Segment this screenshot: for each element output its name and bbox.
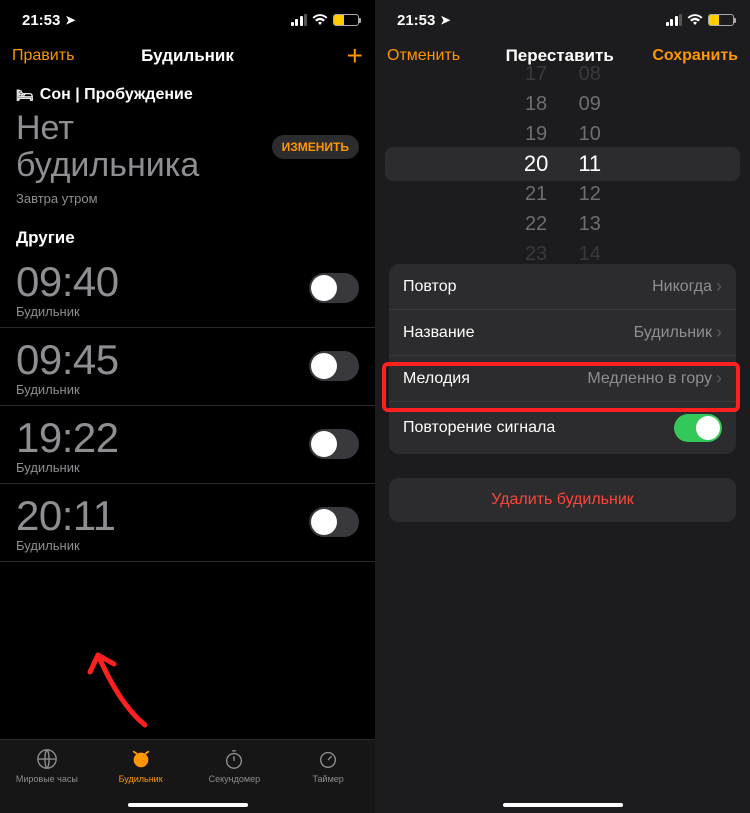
delete-alarm-button[interactable]: Удалить будильник <box>389 478 736 522</box>
bed-icon: 🛏 <box>16 87 34 104</box>
wifi-icon <box>687 14 703 26</box>
edit-button[interactable]: Править <box>12 47 92 65</box>
status-bar: 21:53 ➤ <box>375 0 750 34</box>
save-button[interactable]: Сохранить <box>652 47 738 65</box>
status-indicators <box>666 14 735 26</box>
home-indicator[interactable] <box>128 803 248 807</box>
home-indicator[interactable] <box>503 803 623 807</box>
chevron-right-icon: › <box>716 322 722 343</box>
chevron-right-icon: › <box>716 276 722 297</box>
status-bar: 21:53 ➤ <box>0 0 375 34</box>
sound-value: Медленно в гору <box>587 370 712 388</box>
others-header: Другие <box>0 220 375 250</box>
alarm-label: Будильник <box>16 538 116 553</box>
annotation-arrow <box>80 640 160 730</box>
alarm-toggle[interactable] <box>309 351 359 381</box>
edit-alarm-screen: 21:53 ➤ Отменить Переставить Сохранить 1… <box>375 0 750 813</box>
sound-row[interactable]: Мелодия Медленно в гору› <box>389 356 736 402</box>
repeat-label: Повтор <box>403 278 457 296</box>
alarm-time: 09:40 <box>16 258 119 306</box>
tomorrow-label: Завтра утром <box>0 191 375 220</box>
cellular-signal-icon <box>666 14 683 26</box>
wifi-icon <box>312 14 328 26</box>
snooze-label: Повторение сигнала <box>403 419 555 437</box>
sleep-section-header: 🛏 Сон | Пробуждение <box>0 78 375 110</box>
alarm-icon <box>129 747 153 771</box>
alarm-label: Будильник <box>16 304 119 319</box>
globe-icon <box>35 747 59 771</box>
alarm-row[interactable]: 09:40 Будильник <box>0 250 375 328</box>
alarm-label: Будильник <box>16 382 119 397</box>
alarm-toggle[interactable] <box>309 429 359 459</box>
alarm-row[interactable]: 09:45 Будильник <box>0 328 375 406</box>
alarm-row[interactable]: 20:11 Будильник <box>0 484 375 562</box>
alarm-settings-group: Повтор Никогда› Название Будильник› Мело… <box>389 264 736 454</box>
repeat-value: Никогда <box>652 278 712 296</box>
snooze-row: Повторение сигнала <box>389 402 736 454</box>
sleep-title: Сон | Пробуждение <box>40 86 193 104</box>
battery-icon <box>333 14 359 26</box>
timer-icon <box>316 747 340 771</box>
name-row[interactable]: Название Будильник› <box>389 310 736 356</box>
cellular-signal-icon <box>291 14 308 26</box>
alarm-toggle[interactable] <box>309 507 359 537</box>
name-label: Название <box>403 324 475 342</box>
stopwatch-icon <box>222 747 246 771</box>
status-time: 21:53 <box>397 12 435 29</box>
status-time: 21:53 <box>22 12 60 29</box>
location-icon: ➤ <box>65 13 75 27</box>
change-button[interactable]: ИЗМЕНИТЬ <box>272 135 359 159</box>
sound-label: Мелодия <box>403 370 470 388</box>
alarm-label: Будильник <box>16 460 119 475</box>
battery-icon <box>708 14 734 26</box>
tab-timer[interactable]: Таймер <box>281 740 375 813</box>
no-alarm-text: Нет будильника <box>16 110 199 185</box>
nav-bar: Править Будильник + <box>0 34 375 78</box>
time-picker[interactable]: 17 18 19 20 21 22 23 08 09 10 11 12 13 1… <box>375 84 750 244</box>
add-alarm-button[interactable]: + <box>283 47 363 65</box>
repeat-row[interactable]: Повтор Никогда› <box>389 264 736 310</box>
screen-title: Будильник <box>92 46 283 66</box>
alarm-time: 09:45 <box>16 336 119 384</box>
tab-bar: Мировые часы Будильник Секундомер Таймер <box>0 739 375 813</box>
snooze-toggle[interactable] <box>674 414 722 442</box>
alarm-list-screen: 21:53 ➤ Править Будильник + 🛏 Сон | Проб… <box>0 0 375 813</box>
name-value: Будильник <box>634 324 712 342</box>
tab-world-clock[interactable]: Мировые часы <box>0 740 94 813</box>
status-indicators <box>291 14 360 26</box>
minute-column[interactable]: 08 09 10 11 12 13 14 <box>578 59 601 269</box>
location-icon: ➤ <box>440 13 450 27</box>
alarm-time: 20:11 <box>16 492 116 540</box>
alarm-toggle[interactable] <box>309 273 359 303</box>
alarm-row[interactable]: 19:22 Будильник <box>0 406 375 484</box>
alarm-time: 19:22 <box>16 414 119 462</box>
hour-column[interactable]: 17 18 19 20 21 22 23 <box>524 59 548 269</box>
cancel-button[interactable]: Отменить <box>387 47 467 65</box>
chevron-right-icon: › <box>716 368 722 389</box>
